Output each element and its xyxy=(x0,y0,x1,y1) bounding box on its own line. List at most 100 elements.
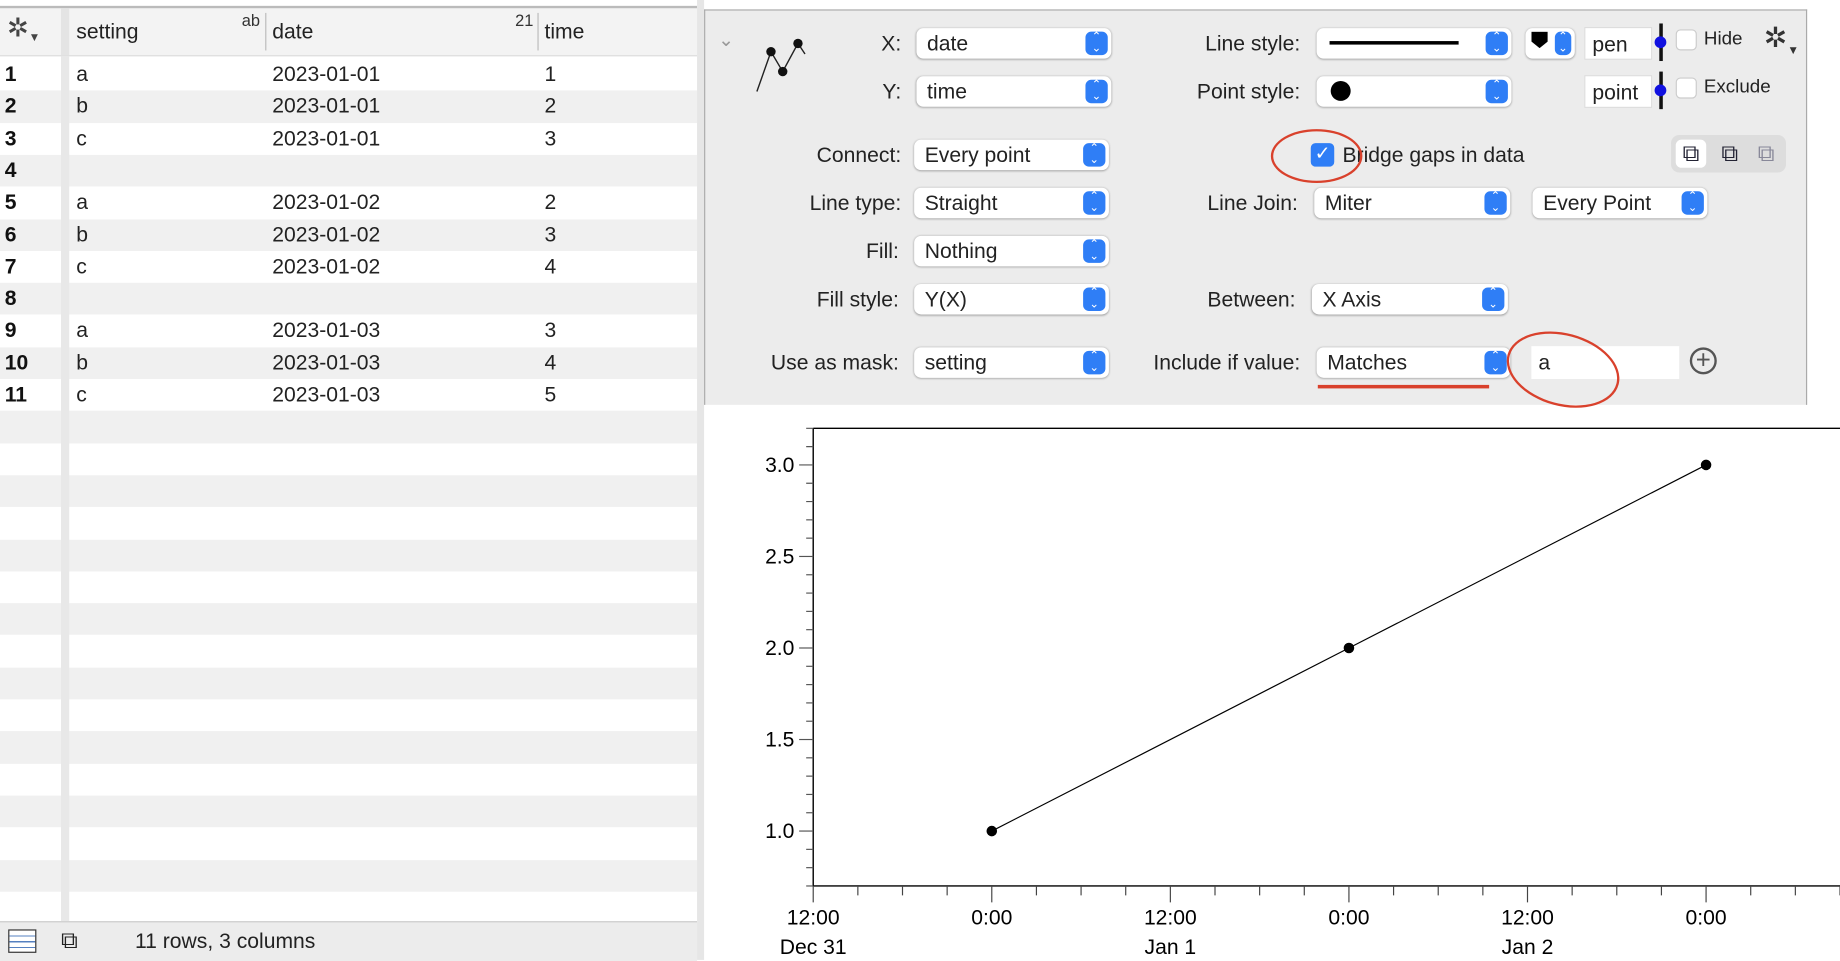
row-number: 3 xyxy=(4,126,17,150)
table-row[interactable]: 9 a 2023-01-03 3 xyxy=(0,314,698,347)
point-field[interactable]: point xyxy=(1584,75,1653,108)
split-divider[interactable] xyxy=(697,0,705,960)
edit-icon[interactable]: ⧉ xyxy=(61,928,99,954)
cell-date: 2023-01-02 xyxy=(272,254,381,278)
cell-date: 2023-01-01 xyxy=(272,126,381,150)
table-row[interactable] xyxy=(0,795,698,828)
stepper-icon: ⌃ ⌄ xyxy=(1484,350,1507,375)
table-row[interactable] xyxy=(0,859,698,892)
line-color-popup[interactable]: ⌃ ⌄ xyxy=(1525,28,1575,59)
table-row[interactable] xyxy=(0,635,698,668)
popup-value: Every Point xyxy=(1543,191,1652,215)
x-label: X: xyxy=(881,31,902,56)
row-count-status: 11 rows, 3 columns xyxy=(134,929,316,953)
row-number: 2 xyxy=(4,94,17,118)
table-header: ✲▼ setting ab date 21 time xyxy=(0,5,698,57)
add-condition-icon[interactable]: + xyxy=(1689,347,1717,375)
join-points-popup[interactable]: Every Point ⌃ ⌄ xyxy=(1532,187,1708,219)
table-view-icon[interactable] xyxy=(8,929,37,953)
bridge-gaps-label: Bridge gaps in data xyxy=(1342,143,1525,167)
mask-popup[interactable]: setting ⌃ ⌄ xyxy=(914,347,1109,378)
x-tick-label: 12:00 xyxy=(787,907,840,930)
column-header-date[interactable]: date xyxy=(272,8,530,55)
gear-icon[interactable]: ✲▼ xyxy=(1764,21,1799,57)
column-name: time xyxy=(544,19,585,44)
gear-icon[interactable]: ✲▼ xyxy=(7,13,40,45)
hide-checkbox[interactable] xyxy=(1675,29,1697,51)
fill-back-icon[interactable]: ⧉ xyxy=(1751,140,1782,168)
table-row[interactable] xyxy=(0,699,698,732)
cell-time: 3 xyxy=(544,222,557,246)
table-row[interactable]: 5 a 2023-01-02 2 xyxy=(0,186,698,219)
table-row[interactable] xyxy=(0,571,698,604)
table-row[interactable] xyxy=(0,443,698,476)
cell-setting: b xyxy=(76,222,89,246)
x-tick-label: 0:00 xyxy=(1328,907,1369,930)
include-popup[interactable]: Matches ⌃ ⌄ xyxy=(1316,347,1511,378)
table-row[interactable] xyxy=(0,507,698,540)
table-row[interactable] xyxy=(0,603,698,636)
popup-value: Straight xyxy=(924,191,998,215)
line-join-popup[interactable]: Miter ⌃ ⌄ xyxy=(1314,187,1511,219)
column-header-time[interactable]: time xyxy=(544,8,685,55)
x-tick-label: 12:00 xyxy=(1144,907,1197,930)
table-row[interactable] xyxy=(0,411,698,444)
y-popup[interactable]: time ⌃ ⌄ xyxy=(916,76,1112,107)
table-row[interactable] xyxy=(0,475,698,508)
table-row[interactable]: 10 b 2023-01-03 4 xyxy=(0,346,698,380)
pen-field[interactable]: pen xyxy=(1584,26,1653,60)
y-tick-label: 3.0 xyxy=(765,454,794,477)
popup-value: Matches xyxy=(1327,350,1408,375)
stepper-icon: ⌃ ⌄ xyxy=(1083,191,1106,215)
hide-label: Hide xyxy=(1703,29,1743,50)
exclude-checkbox[interactable] xyxy=(1675,77,1697,99)
table-row[interactable]: 2 b 2023-01-01 2 xyxy=(0,90,698,123)
point-style-sample xyxy=(1330,80,1351,101)
x-popup[interactable]: date ⌃ ⌄ xyxy=(916,28,1112,59)
cell-date: 2023-01-02 xyxy=(272,190,381,214)
x-tick-date-label: Jan 1 xyxy=(1145,936,1197,959)
column-header-setting[interactable]: setting xyxy=(76,8,264,55)
pen-slider[interactable] xyxy=(1654,23,1667,62)
fill-front-icon[interactable]: ⧉ xyxy=(1675,139,1707,168)
table-row[interactable]: 3 c 2023-01-01 3 xyxy=(0,122,698,155)
line-chart[interactable]: 1.0 1.5 2.0 2.5 3.0 12:00 Dec 31 0:00 12:00 Jan 1… xyxy=(704,411,1840,960)
stepper-icon: ⌃ ⌄ xyxy=(1085,79,1108,104)
cell-date: 2023-01-03 xyxy=(272,318,381,342)
cell-date: 2023-01-02 xyxy=(272,222,381,246)
point-slider[interactable] xyxy=(1654,71,1667,110)
table-row[interactable]: 1 a 2023-01-01 1 xyxy=(0,58,698,91)
x-tick-date-label: Jan 2 xyxy=(1502,936,1554,959)
fill-middle-icon[interactable]: ⧉ xyxy=(1714,140,1745,168)
cell-setting: c xyxy=(76,254,87,278)
table-row[interactable]: 11 c 2023-01-03 5 xyxy=(0,379,698,412)
fill-popup[interactable]: Nothing ⌃ ⌄ xyxy=(914,235,1109,267)
table-row[interactable] xyxy=(0,667,698,700)
fill-style-popup[interactable]: Y(X) ⌃ ⌄ xyxy=(914,283,1109,315)
cell-time: 4 xyxy=(544,350,557,374)
table-row[interactable] xyxy=(0,731,698,764)
row-number-divider xyxy=(61,56,70,922)
line-type-popup[interactable]: Straight ⌃ ⌄ xyxy=(914,187,1109,219)
stepper-icon: ⌃ ⌄ xyxy=(1083,350,1106,375)
cell-date: 2023-01-03 xyxy=(272,350,381,374)
table-row[interactable]: 8 xyxy=(0,282,698,315)
collapse-chevron-icon[interactable]: ⌄ xyxy=(718,28,734,51)
fill-mode-buttons[interactable]: ⧉ ⧉ ⧉ xyxy=(1671,134,1787,173)
table-row[interactable]: 6 b 2023-01-02 3 xyxy=(0,218,698,251)
row-number: 4 xyxy=(4,158,17,182)
table-row[interactable] xyxy=(0,763,698,796)
table-row[interactable] xyxy=(0,891,698,924)
table-row[interactable]: 4 xyxy=(0,154,698,187)
row-number: 9 xyxy=(4,318,17,342)
table-row[interactable] xyxy=(0,539,698,572)
popup-value: X Axis xyxy=(1322,287,1382,311)
table-row[interactable]: 7 c 2023-01-02 4 xyxy=(0,250,698,283)
between-popup[interactable]: X Axis ⌃ ⌄ xyxy=(1311,283,1508,315)
stepper-icon: ⌃ ⌄ xyxy=(1083,287,1106,311)
connect-popup[interactable]: Every point ⌃ ⌄ xyxy=(914,139,1109,171)
line-style-sample xyxy=(1329,41,1459,45)
table-row[interactable] xyxy=(0,827,698,860)
row-number: 11 xyxy=(4,382,28,407)
cell-setting: a xyxy=(76,318,89,342)
